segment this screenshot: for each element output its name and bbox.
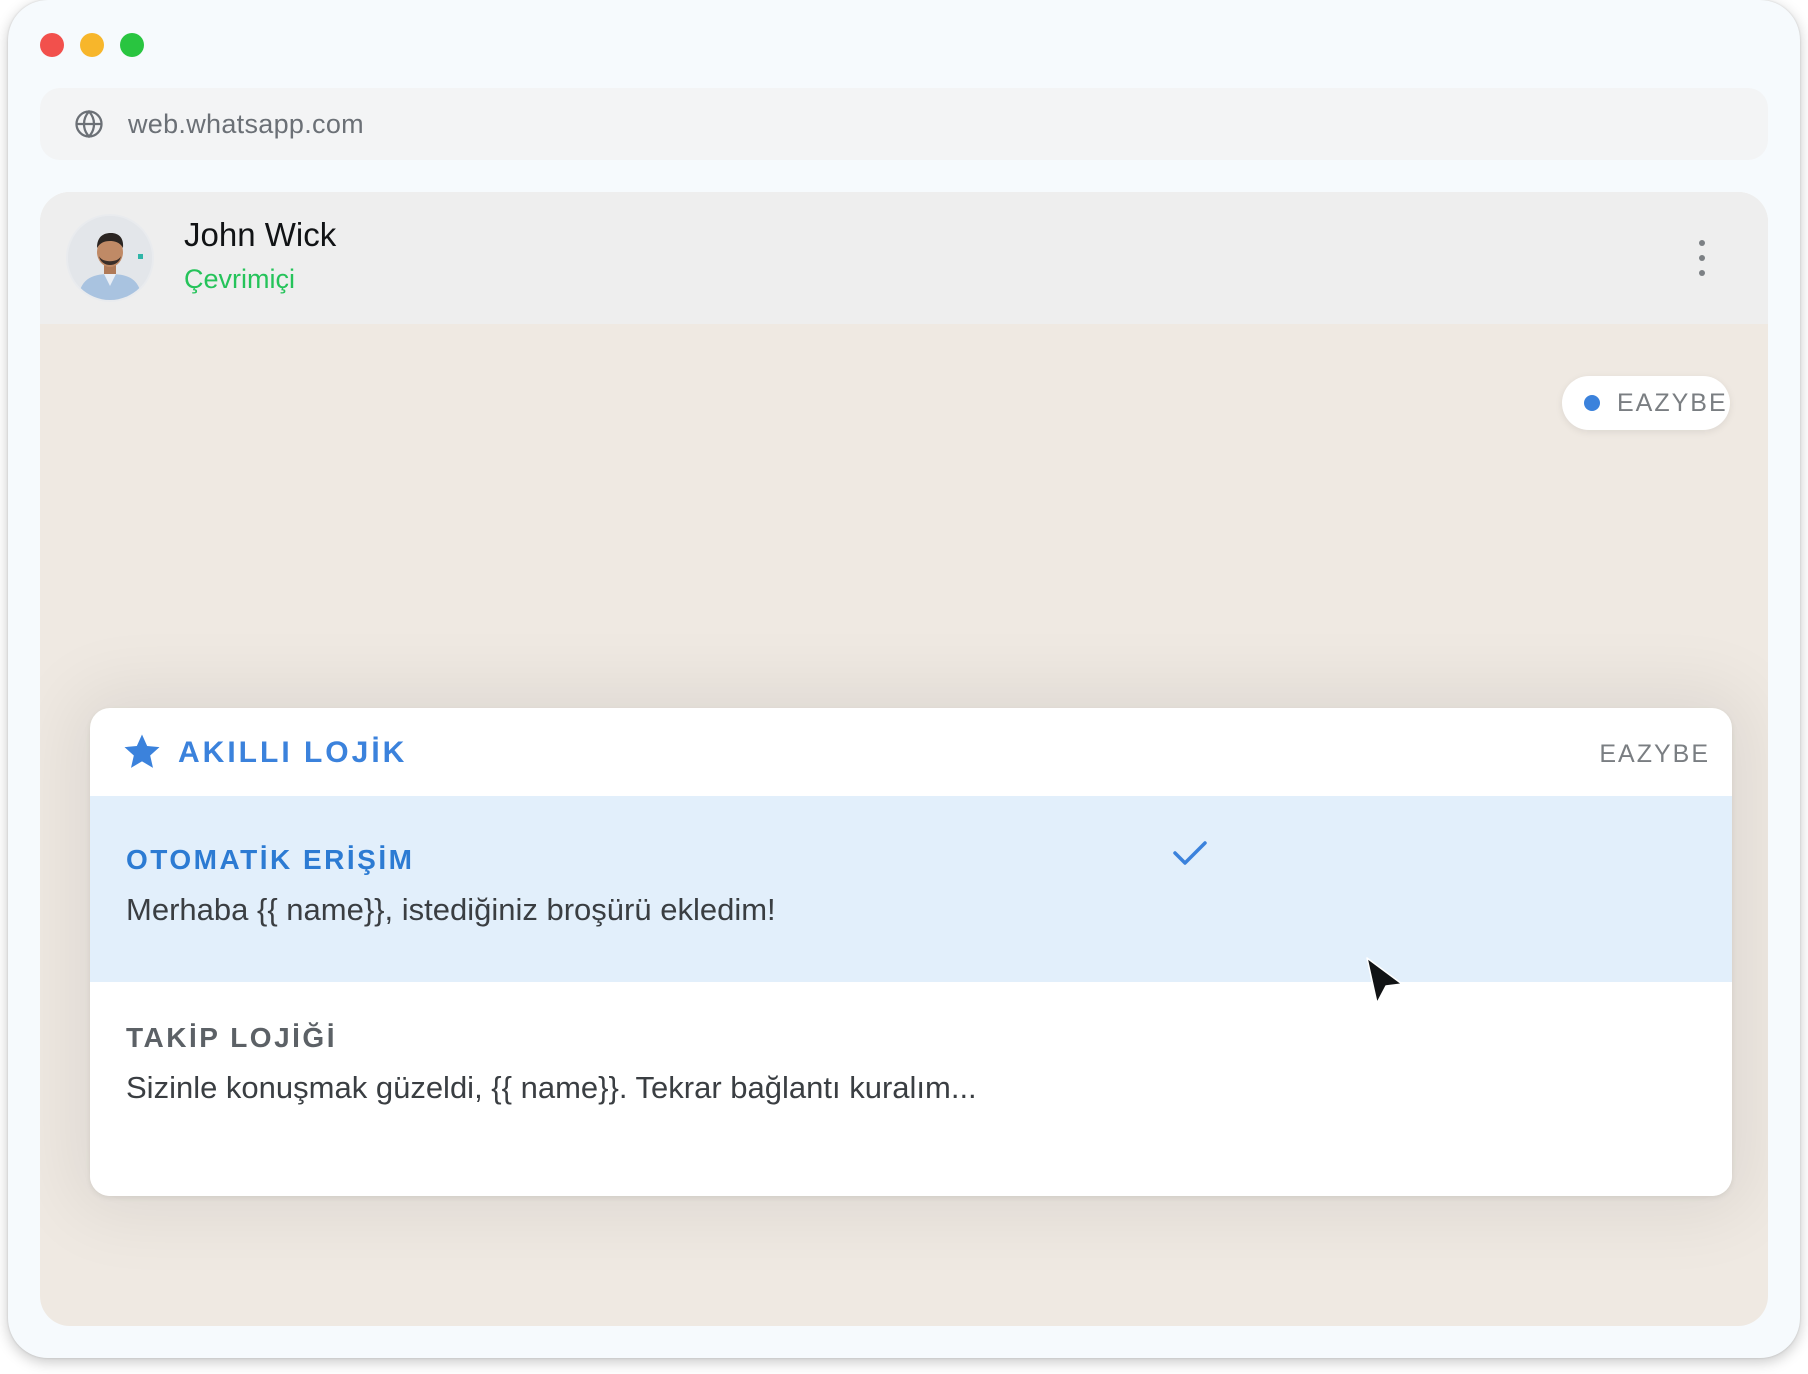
option-message: Merhaba {{ name}}, istediğiniz broşürü e…: [126, 892, 776, 927]
panel-header: AKILLI LOJİK EAZYBE: [90, 708, 1732, 796]
option-message: Sizinle konuşmak güzeldi, {{ name}}. Tek…: [126, 1070, 977, 1105]
badge-label: EAZYBE: [1617, 388, 1728, 417]
mouse-cursor-icon: [1366, 957, 1403, 1004]
panel-title: AKILLI LOJİK: [178, 736, 408, 769]
browser-window: web.whatsapp.com John Wick Çevrimiçi EAZ…: [8, 0, 1800, 1358]
contact-avatar[interactable]: [68, 216, 152, 300]
contact-status: Çevrimiçi: [184, 264, 295, 294]
badge-status-dot: [1584, 395, 1600, 411]
star-icon: [124, 734, 160, 768]
smart-logic-panel: AKILLI LOJİK EAZYBE OTOMATİK ERİŞİM Merh…: [90, 708, 1732, 1196]
logic-option-auto-access[interactable]: OTOMATİK ERİŞİM Merhaba {{ name}}, isted…: [90, 796, 1732, 982]
window-controls: [40, 33, 144, 57]
chat-area: John Wick Çevrimiçi EAZYBE AKILLI LOJİK …: [40, 192, 1768, 1326]
option-title: TAKİP LOJİĞİ: [126, 1022, 337, 1053]
url-text: web.whatsapp.com: [128, 108, 364, 139]
option-title: OTOMATİK ERİŞİM: [126, 844, 415, 875]
contact-name: John Wick: [184, 216, 337, 253]
address-bar[interactable]: web.whatsapp.com: [40, 88, 1768, 160]
globe-icon: [75, 109, 103, 139]
chat-header: John Wick Çevrimiçi: [40, 192, 1768, 324]
logic-option-follow-up[interactable]: TAKİP LOJİĞİ Sizinle konuşmak güzeldi, {…: [90, 982, 1732, 1196]
more-vertical-icon[interactable]: [1698, 240, 1706, 276]
avatar-image: [68, 216, 152, 300]
close-window-button[interactable]: [40, 33, 64, 57]
panel-brand: EAZYBE: [1599, 740, 1710, 768]
maximize-window-button[interactable]: [120, 33, 144, 57]
eazybe-badge[interactable]: EAZYBE: [1562, 376, 1730, 430]
minimize-window-button[interactable]: [80, 33, 104, 57]
checkmark-icon: [1173, 841, 1207, 865]
